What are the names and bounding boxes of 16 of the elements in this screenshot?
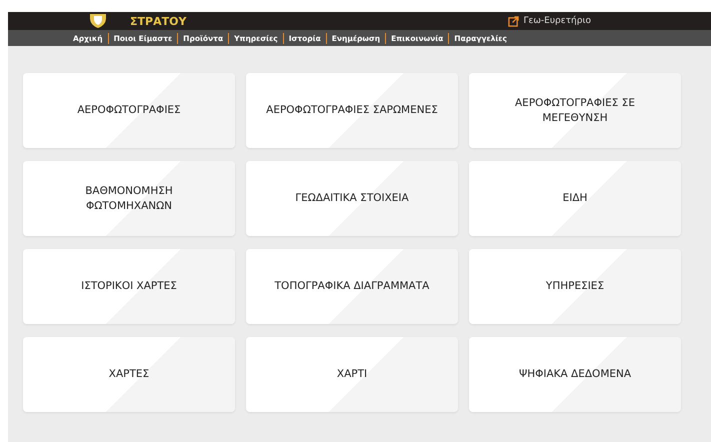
- category-card[interactable]: ΙΣΤΟΡΙΚΟΙ ΧΑΡΤΕΣ: [23, 249, 235, 324]
- category-card[interactable]: ΑΕΡΟΦΩΤΟΓΡΑΦΙΕΣ: [23, 73, 235, 148]
- external-link-icon: [508, 16, 520, 26]
- category-card[interactable]: ΥΠΗΡΕΣΙΕΣ: [469, 249, 681, 324]
- category-card[interactable]: ΧΑΡΤΕΣ: [23, 337, 235, 412]
- shield-icon: [88, 14, 108, 28]
- category-card[interactable]: ΕΙΔΗ: [469, 161, 681, 236]
- category-card[interactable]: ΓΕΩΔΑΙΤΙΚΑ ΣΤΟΙΧΕΙΑ: [246, 161, 458, 236]
- category-card[interactable]: ΧΑΡΤΙ: [246, 337, 458, 412]
- geo-index-link[interactable]: Γεω-Ευρετήριο: [508, 16, 591, 26]
- category-card[interactable]: ΑΕΡΟΦΩΤΟΓΡΑΦΙΕΣ ΣΑΡΩΜΕΝΕΣ: [246, 73, 458, 148]
- category-card[interactable]: ΑΕΡΟΦΩΤΟΓΡΑΦΙΕΣ ΣΕ ΜΕΓΕΘΥΝΣΗ: [469, 73, 681, 148]
- category-card[interactable]: ΒΑΘΜΟΝΟΜΗΣΗ ΦΩΤΟΜΗΧΑΝΩΝ: [23, 161, 235, 236]
- category-card[interactable]: ΨΗΦΙΑΚΑ ΔΕΔΟΜΕΝΑ: [469, 337, 681, 412]
- category-card[interactable]: ΤΟΠΟΓΡΑΦΙΚΑ ΔΙΑΓΡΑΜΜΑΤΑ: [246, 249, 458, 324]
- brand-name: ΣΤΡΑΤΟΥ: [130, 14, 186, 28]
